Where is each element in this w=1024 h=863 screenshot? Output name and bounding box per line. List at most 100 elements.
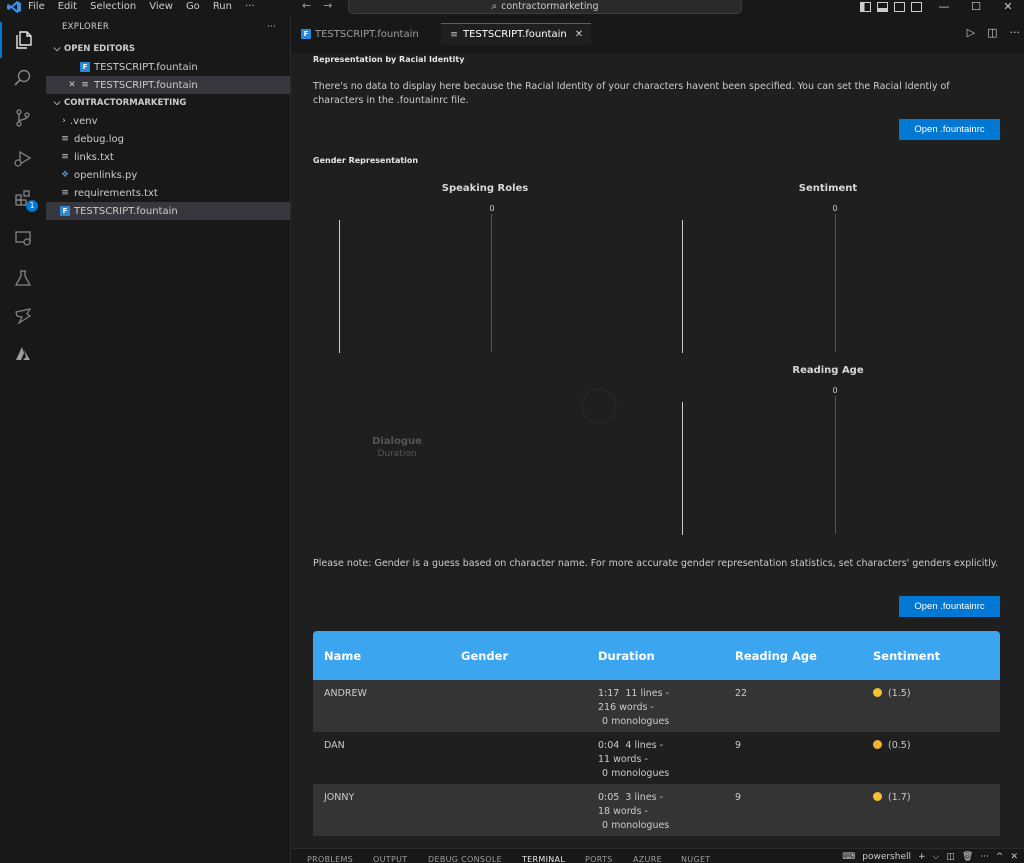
menu-edit[interactable]: Edit bbox=[58, 1, 77, 13]
cell-sentiment: (1.7) bbox=[862, 784, 1000, 836]
more-actions-icon[interactable]: ··· bbox=[980, 852, 989, 862]
sentiment-value: (1.5) bbox=[888, 688, 911, 699]
tab-label: TESTSCRIPT.fountain bbox=[315, 28, 419, 40]
terminal-icon: ⌨ bbox=[842, 852, 856, 862]
explorer-more-icon[interactable]: ··· bbox=[267, 22, 276, 32]
close-icon[interactable]: ✕ bbox=[66, 80, 78, 90]
split-editor-icon[interactable]: ◫ bbox=[987, 26, 997, 39]
run-debug-icon[interactable] bbox=[0, 140, 46, 176]
close-window-button[interactable]: ✕ bbox=[992, 1, 1024, 13]
sentiment-axis bbox=[835, 214, 836, 352]
chevron-up-icon[interactable]: ^ bbox=[996, 852, 1004, 862]
tab-testscript-preview[interactable]: F TESTSCRIPT.fountain bbox=[293, 23, 427, 45]
testing-flask-icon[interactable] bbox=[0, 260, 46, 296]
close-icon[interactable]: ✕ bbox=[575, 29, 583, 40]
file-label: .venv bbox=[70, 115, 98, 127]
remote-explorer-icon[interactable] bbox=[0, 220, 46, 256]
maximize-button[interactable]: ☐ bbox=[960, 1, 992, 13]
trash-icon[interactable]: 🗑 bbox=[962, 852, 973, 862]
duration-words: 11 words - bbox=[598, 754, 648, 765]
speaking-roles-title: Speaking Roles bbox=[441, 183, 529, 194]
tab-actions: ▷ ◫ ··· bbox=[967, 26, 1020, 39]
file-item-links[interactable]: ≡ links.txt bbox=[46, 148, 290, 166]
menu-file[interactable]: File bbox=[28, 1, 45, 13]
menu-selection[interactable]: Selection bbox=[90, 1, 136, 13]
column-header-duration[interactable]: Duration bbox=[587, 649, 724, 663]
chevron-down-icon: ⌵ bbox=[53, 98, 61, 108]
extensions-icon[interactable]: 1 bbox=[0, 180, 46, 216]
menu-run[interactable]: Run bbox=[213, 1, 232, 13]
cell-reading-age: 9 bbox=[735, 792, 742, 803]
menu-go[interactable]: Go bbox=[186, 1, 200, 13]
terminal-shell-label[interactable]: powershell bbox=[862, 852, 911, 862]
explorer-icon[interactable] bbox=[0, 22, 46, 58]
speaking-roles-tick: 0 bbox=[489, 204, 495, 213]
sentiment-value: (0.5) bbox=[888, 740, 911, 751]
file-item-requirements[interactable]: ≡ requirements.txt bbox=[46, 184, 290, 202]
explorer-header: EXPLORER ··· bbox=[46, 14, 290, 40]
toggle-panel-icon[interactable] bbox=[877, 2, 888, 12]
folder-section[interactable]: ⌵ CONTRACTORMARKETING bbox=[46, 94, 290, 112]
file-item-debug-log[interactable]: ≡ debug.log bbox=[46, 130, 290, 148]
fountain-extension-icon[interactable] bbox=[0, 298, 46, 334]
open-editors-section[interactable]: ⌵ OPEN EDITORS bbox=[46, 40, 290, 58]
menu-view[interactable]: View bbox=[149, 1, 173, 13]
close-panel-icon[interactable]: ✕ bbox=[1010, 852, 1018, 862]
panel-tab-nuget[interactable]: NUGET bbox=[681, 855, 710, 863]
menu-more[interactable]: ··· bbox=[245, 1, 255, 13]
azure-icon[interactable] bbox=[0, 336, 46, 372]
panel-tab-ports[interactable]: PORTS bbox=[585, 855, 613, 863]
source-control-icon[interactable] bbox=[0, 100, 46, 136]
command-center[interactable]: ⌕ contractormarketing bbox=[348, 0, 742, 14]
file-label: links.txt bbox=[74, 151, 114, 163]
duration-monologues: 0 monologues bbox=[602, 716, 670, 727]
panel-tab-debug-console[interactable]: DEBUG CONSOLE bbox=[428, 855, 502, 863]
chevron-right-icon: › bbox=[62, 116, 66, 126]
lines-file-icon: ≡ bbox=[61, 152, 69, 162]
statistics-webview: Representation by Racial Identity There'… bbox=[291, 54, 1024, 848]
panel-tab-terminal[interactable]: TERMINAL bbox=[522, 855, 565, 863]
more-actions-icon[interactable]: ··· bbox=[1010, 26, 1021, 39]
forward-arrow-icon[interactable]: → bbox=[323, 0, 332, 12]
tab-testscript-stats[interactable]: ≡ TESTSCRIPT.fountain ✕ bbox=[441, 23, 592, 45]
column-header-gender[interactable]: Gender bbox=[450, 649, 587, 663]
cell-gender bbox=[450, 732, 587, 784]
panel-tab-azure[interactable]: AZURE bbox=[633, 855, 662, 863]
search-icon[interactable] bbox=[0, 60, 46, 96]
open-fountainrc-button-2[interactable]: Open .fountainrc bbox=[899, 596, 1000, 617]
cell-gender bbox=[450, 784, 587, 836]
sentiment-value: (1.7) bbox=[888, 792, 911, 803]
file-label: requirements.txt bbox=[74, 187, 158, 199]
file-item-venv[interactable]: › .venv bbox=[46, 112, 290, 130]
column-header-sentiment[interactable]: Sentiment bbox=[862, 649, 1000, 663]
toggle-sidebar-icon[interactable] bbox=[860, 2, 871, 12]
open-editor-item[interactable]: F TESTSCRIPT.fountain bbox=[46, 58, 290, 76]
open-editor-item-active[interactable]: ✕ ≡ TESTSCRIPT.fountain bbox=[46, 76, 290, 94]
column-header-name[interactable]: Name bbox=[313, 649, 450, 663]
customize-layout-icon[interactable] bbox=[911, 2, 922, 12]
panel-tab-output[interactable]: OUTPUT bbox=[373, 855, 407, 863]
gender-note-text: Please note: Gender is a guess based on … bbox=[313, 558, 999, 569]
minimize-button[interactable]: — bbox=[928, 1, 960, 13]
lines-file-icon: ≡ bbox=[450, 29, 458, 40]
fountain-file-icon: F bbox=[301, 29, 311, 39]
column-header-reading-age[interactable]: Reading Age bbox=[724, 649, 862, 663]
reading-age-tick: 0 bbox=[832, 386, 838, 395]
panel-tab-problems[interactable]: PROBLEMS bbox=[307, 855, 353, 863]
chevron-down-icon[interactable]: ⌵ bbox=[933, 852, 940, 862]
duration-lines: 4 lines - bbox=[625, 740, 663, 751]
open-fountainrc-button[interactable]: Open .fountainrc bbox=[899, 119, 1000, 140]
cell-gender bbox=[450, 680, 587, 732]
new-terminal-icon[interactable]: + bbox=[918, 852, 926, 862]
python-file-icon: ❖ bbox=[60, 170, 70, 180]
back-arrow-icon[interactable]: ← bbox=[302, 0, 311, 12]
dialogue-legend: Dialogue bbox=[372, 436, 422, 447]
split-terminal-icon[interactable]: ◫ bbox=[946, 852, 955, 862]
dialogue-right-divider bbox=[682, 402, 683, 535]
folder-label: CONTRACTORMARKETING bbox=[64, 98, 187, 108]
run-icon[interactable]: ▷ bbox=[967, 26, 975, 39]
file-item-openlinks[interactable]: ❖ openlinks.py bbox=[46, 166, 290, 184]
toggle-secondary-sidebar-icon[interactable] bbox=[894, 2, 905, 12]
dialogue-donut-placeholder bbox=[581, 388, 617, 424]
file-item-testscript[interactable]: F TESTSCRIPT.fountain bbox=[46, 202, 290, 220]
